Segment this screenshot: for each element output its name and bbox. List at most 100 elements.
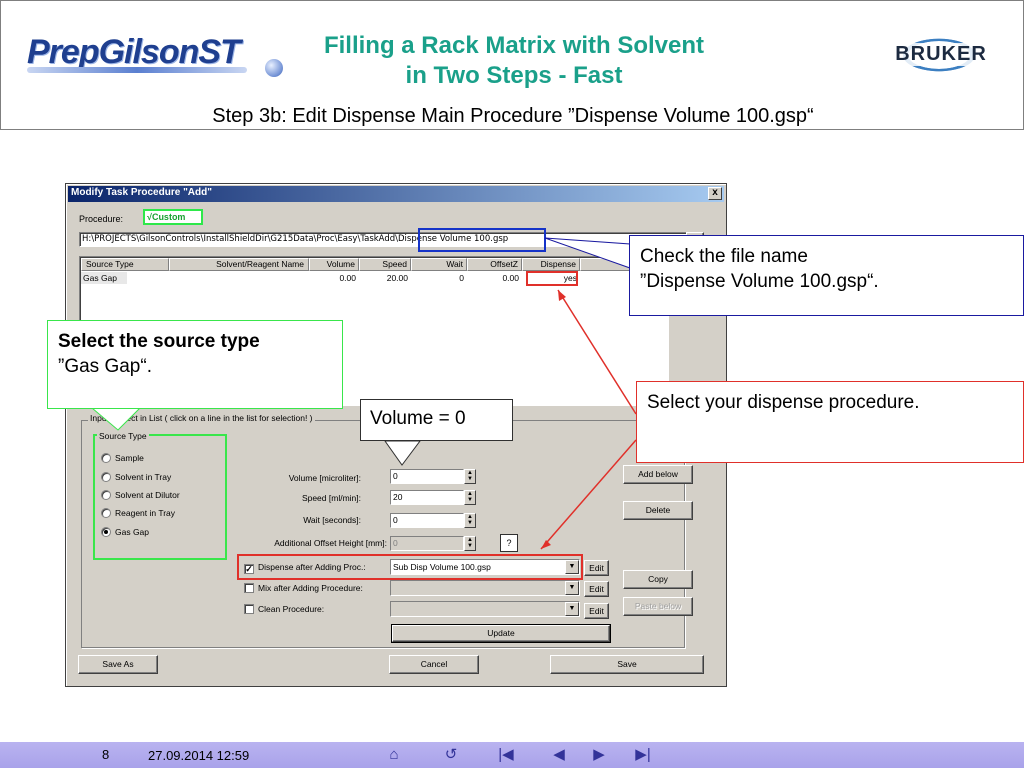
callout-file-line-1: Check the file name: [640, 246, 808, 267]
checkbox-checked[interactable]: ✓: [244, 564, 254, 574]
offset-stepper[interactable]: 0 ▲ ▼: [390, 536, 476, 551]
spin-arrows-icon[interactable]: ▲ ▼: [464, 469, 476, 484]
dispense-proc-select[interactable]: Sub Disp Volume 100.gsp ▼: [390, 559, 580, 575]
clean-proc-select[interactable]: ▼: [390, 601, 580, 617]
cell-volume: 0.00: [339, 273, 356, 283]
list-header: Source Type Solvent/Reagent Name Volume …: [81, 258, 668, 271]
copy-button[interactable]: Copy: [623, 570, 693, 589]
callout-file-line-2: ”Dispense Volume 100.gsp“.: [640, 271, 879, 292]
bruker-logo-text: BRUKER: [879, 43, 1003, 66]
next-slide-icon[interactable]: ▶: [588, 746, 610, 764]
save-as-button[interactable]: Save As: [78, 655, 158, 674]
dispense-after-adding-checkbox[interactable]: ✓ Dispense after Adding Proc.:: [244, 560, 366, 574]
dispense-procedure-callout: Select your dispense procedure.: [636, 381, 1024, 463]
title-line-1: Filling a Rack Matrix with Solvent: [323, 32, 705, 59]
home-icon[interactable]: ⌂: [383, 746, 405, 764]
radio-button[interactable]: [101, 453, 111, 463]
slide-title: Filling a Rack Matrix with Solvent in Tw…: [231, 31, 797, 91]
mix-after-adding-checkbox[interactable]: Mix after Adding Procedure:: [244, 581, 363, 595]
path-highlight: [418, 228, 546, 252]
radio-button[interactable]: [101, 490, 111, 500]
chevron-down-icon[interactable]: ▼: [565, 560, 579, 574]
checkbox-label: Clean Procedure:: [258, 604, 325, 614]
callout-source-rest: ”Gas Gap“.: [58, 356, 152, 377]
checkbox-label: Mix after Adding Procedure:: [258, 583, 363, 593]
mix-proc-select[interactable]: ▼: [390, 580, 580, 596]
col-wait[interactable]: Wait: [411, 258, 467, 271]
radio-reagent-in-tray[interactable]: Reagent in Tray: [101, 506, 175, 520]
cell-source-type: Gas Gap: [81, 272, 127, 284]
checkbox[interactable]: [244, 583, 254, 593]
col-offsetz[interactable]: OffsetZ: [467, 258, 522, 271]
col-solvent-name[interactable]: Solvent/Reagent Name: [169, 258, 309, 271]
return-icon[interactable]: ↺: [440, 746, 462, 764]
procedure-path-field[interactable]: H:\PROJECTS\GilsonControls\InstallShield…: [79, 232, 704, 247]
radio-gas-gap[interactable]: Gas Gap: [101, 525, 149, 539]
source-type-title: Source Type: [97, 431, 149, 441]
chevron-down-icon[interactable]: ▼: [565, 581, 579, 595]
dialog-title: Modify Task Procedure "Add": [71, 187, 212, 198]
radio-solvent-at-dilutor[interactable]: Solvent at Dilutor: [101, 488, 180, 502]
radio-sample[interactable]: Sample: [101, 451, 144, 465]
prepgilson-logo: PrepGilsonST: [27, 31, 283, 79]
cell-wait: 0: [459, 273, 464, 283]
cell-speed: 20.00: [386, 273, 408, 283]
dialog-titlebar[interactable]: Modify Task Procedure "Add" x: [68, 186, 724, 202]
radio-label: Solvent in Tray: [115, 472, 172, 482]
wait-stepper[interactable]: 0 ▲ ▼: [390, 513, 476, 528]
first-slide-icon[interactable]: |◀: [495, 746, 517, 764]
rack-help-icon[interactable]: ?: [500, 534, 518, 552]
speed-label: Speed [ml/min]:: [301, 493, 361, 503]
spin-arrows-icon[interactable]: ▲ ▼: [464, 490, 476, 505]
col-dispense[interactable]: Dispense: [522, 258, 580, 271]
save-button[interactable]: Save: [550, 655, 704, 674]
radio-button[interactable]: [101, 472, 111, 482]
wait-input[interactable]: 0: [390, 513, 464, 528]
offset-label: Additional Offset Height [mm]:: [274, 538, 387, 548]
checkbox[interactable]: [244, 604, 254, 614]
source-type-callout: Select the source type ”Gas Gap“.: [47, 320, 343, 409]
title-line-2: in Two Steps - Fast: [405, 62, 623, 89]
volume-callout: Volume = 0: [360, 399, 513, 441]
volume-label: Volume [microliter]:: [288, 473, 361, 483]
add-below-button[interactable]: Add below: [623, 465, 693, 484]
chevron-down-icon[interactable]: ▼: [565, 602, 579, 616]
edit-clean-button[interactable]: Edit: [584, 603, 609, 619]
procedure-label: Procedure:: [79, 214, 124, 224]
slide-footer: 8 27.09.2014 12:59 ⌂ ↺ |◀ ◀ ▶ ▶|: [0, 742, 1024, 768]
radio-solvent-in-tray[interactable]: Solvent in Tray: [101, 470, 171, 484]
radio-button[interactable]: [101, 527, 111, 537]
bruker-logo: BRUKER: [873, 15, 1007, 91]
col-source-type[interactable]: Source Type: [81, 258, 169, 271]
paste-below-button[interactable]: Paste below: [623, 597, 693, 616]
volume-input[interactable]: 0: [390, 469, 464, 484]
close-icon[interactable]: x: [708, 187, 722, 200]
speed-stepper[interactable]: 20 ▲ ▼: [390, 490, 476, 505]
delete-button[interactable]: Delete: [623, 501, 693, 520]
clean-procedure-checkbox[interactable]: Clean Procedure:: [244, 602, 324, 616]
last-slide-icon[interactable]: ▶|: [632, 746, 654, 764]
offset-input[interactable]: 0: [390, 536, 464, 551]
spin-arrows-icon[interactable]: ▲ ▼: [464, 513, 476, 528]
col-speed[interactable]: Speed: [359, 258, 411, 271]
wait-label: Wait [seconds]:: [303, 515, 361, 525]
logo-swoosh: [27, 67, 247, 73]
cancel-button[interactable]: Cancel: [389, 655, 479, 674]
radio-label: Solvent at Dilutor: [115, 490, 180, 500]
update-button[interactable]: Update: [391, 624, 611, 643]
dispense-cell-highlight: [526, 271, 578, 286]
volume-stepper[interactable]: 0 ▲ ▼: [390, 469, 476, 484]
edit-dispense-button[interactable]: Edit: [584, 560, 609, 576]
cell-offsetz: 0.00: [502, 273, 519, 283]
checkbox-label: Dispense after Adding Proc.:: [258, 562, 366, 572]
speed-input[interactable]: 20: [390, 490, 464, 505]
col-volume[interactable]: Volume: [309, 258, 359, 271]
edit-mix-button[interactable]: Edit: [584, 581, 609, 597]
callout-source-bold: Select the source type: [58, 331, 260, 352]
dispense-proc-value: Sub Disp Volume 100.gsp: [393, 562, 491, 572]
spin-arrows-icon[interactable]: ▲ ▼: [464, 536, 476, 551]
table-row[interactable]: Gas Gap 0.00 20.00 0 0.00 yes no: [81, 272, 668, 284]
previous-slide-icon[interactable]: ◀: [548, 746, 570, 764]
check-file-name-callout: Check the file name ”Dispense Volume 100…: [629, 235, 1024, 316]
radio-button[interactable]: [101, 508, 111, 518]
